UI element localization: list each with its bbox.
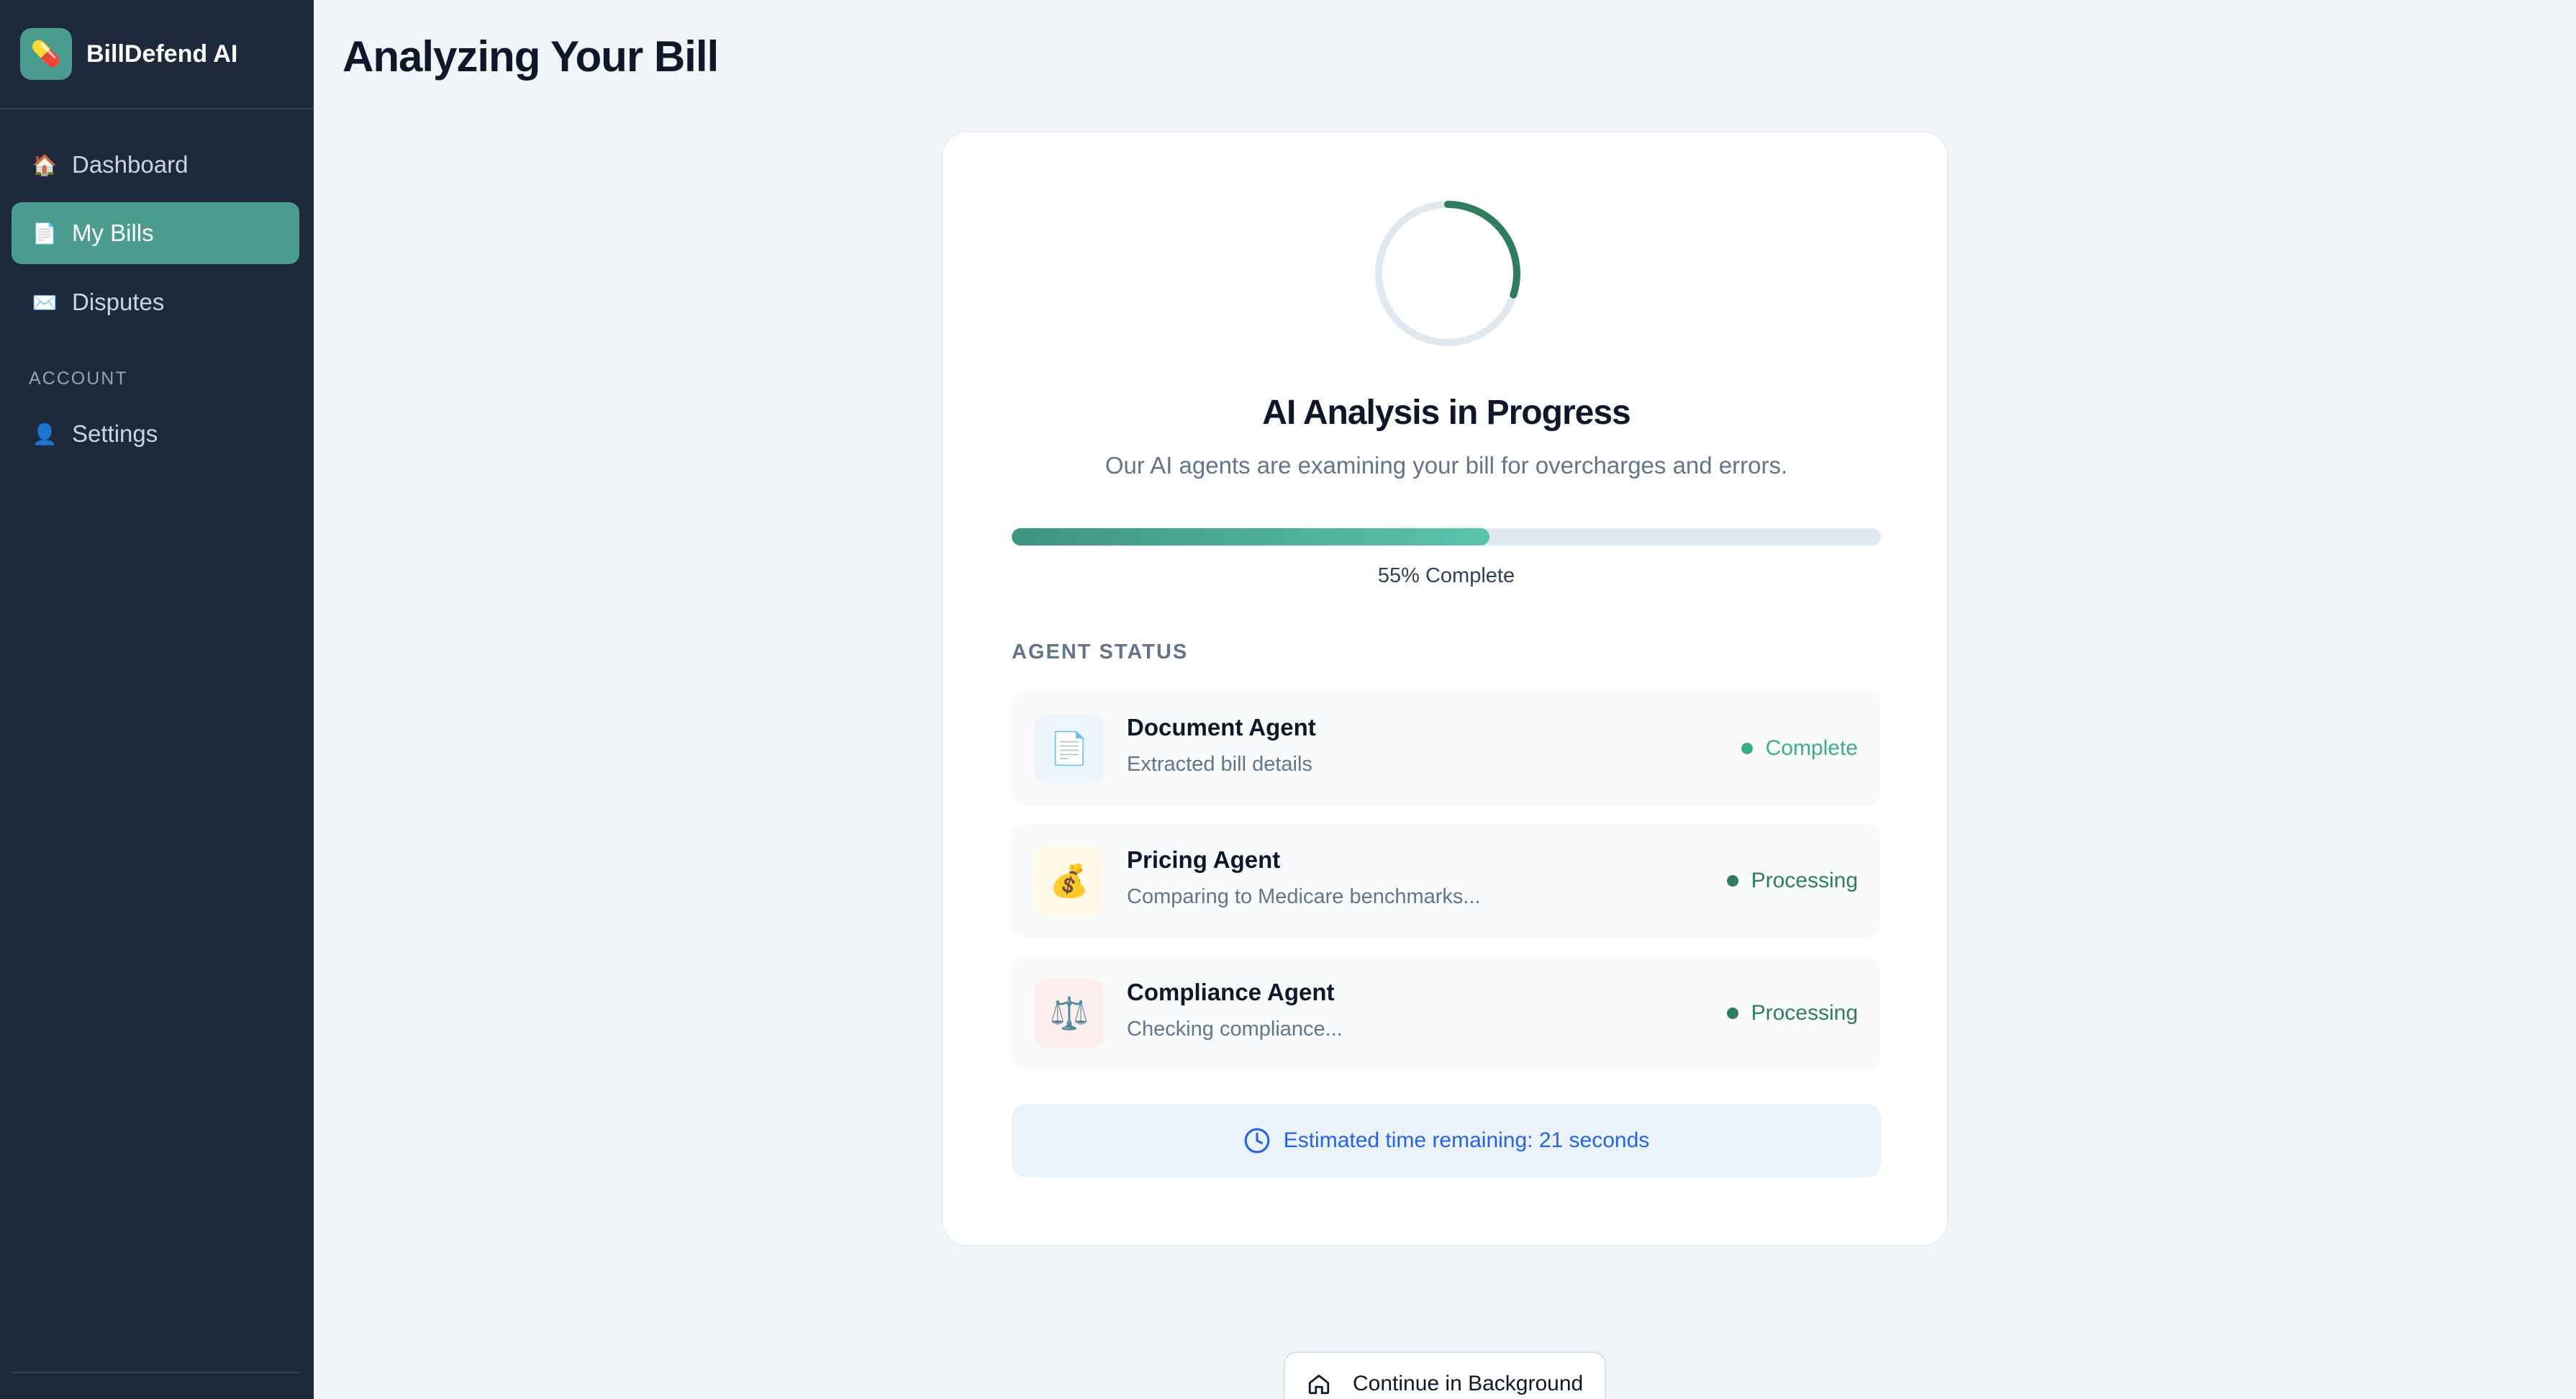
app-root: 💊 BillDefend AI 🏠 Dashboard 📄 My Bills ✉… [0, 0, 2576, 1399]
sidebar-item-dashboard[interactable]: 🏠 Dashboard [12, 134, 299, 196]
agent-name: Document Agent [1127, 714, 1316, 741]
clock-icon [1244, 1128, 1270, 1154]
status-dot-icon [1726, 875, 1738, 887]
home-icon [1308, 1375, 1330, 1395]
agent-description: Extracted bill details [1127, 753, 1312, 776]
page-title: Analyzing Your Bill [343, 32, 719, 81]
brand[interactable]: 💊 BillDefend AI [0, 0, 314, 109]
sidebar-item-settings[interactable]: 👤 Settings [12, 403, 299, 465]
user-icon: 👤 [32, 422, 58, 445]
document-icon: 📄 [1035, 714, 1104, 783]
loading-spinner-icon [1375, 201, 1520, 346]
progress-bar-fill [1012, 528, 1490, 545]
agent-row-compliance: ⚖️ Compliance Agent Checking compliance.… [1012, 956, 1881, 1071]
agent-status-heading: AGENT STATUS [1012, 640, 1189, 664]
progress-label: 55% Complete [1377, 564, 1515, 587]
sidebar-item-my-bills[interactable]: 📄 My Bills [12, 202, 299, 264]
agent-row-pricing: 💰 Pricing Agent Comparing to Medicare be… [1012, 823, 1881, 938]
sidebar-item-label: My Bills [72, 219, 154, 246]
app-name: BillDefend AI [86, 40, 238, 68]
status-dot-icon [1726, 1008, 1738, 1019]
scales-icon: ⚖️ [1035, 979, 1104, 1048]
agent-status-text: Complete [1765, 736, 1858, 760]
sidebar-section-label: ACCOUNT [29, 368, 128, 389]
document-icon: 📄 [32, 222, 58, 245]
sidebar-item-label: Disputes [72, 289, 165, 315]
envelope-icon: ✉️ [32, 291, 58, 314]
agent-name: Compliance Agent [1127, 979, 1335, 1005]
sidebar-item-disputes[interactable]: ✉️ Disputes [12, 271, 299, 333]
continue-button-label: Continue in Background [1353, 1372, 1584, 1395]
agent-description: Checking compliance... [1127, 1018, 1343, 1041]
analysis-card: AI Analysis in Progress Our AI agents ar… [941, 131, 1949, 1246]
sidebar-divider [12, 1372, 299, 1373]
progress-bar [1012, 528, 1881, 545]
agent-row-document: 📄 Document Agent Extracted bill details … [1012, 691, 1881, 806]
agent-description: Comparing to Medicare benchmarks... [1127, 885, 1481, 908]
sidebar-item-label: Dashboard [72, 151, 189, 178]
status-dot-icon [1741, 743, 1753, 754]
agent-status-text: Processing [1751, 1001, 1858, 1025]
sidebar-item-label: Settings [72, 420, 158, 447]
pill-logo-icon: 💊 [20, 28, 72, 80]
eta-text: Estimated time remaining: 21 seconds [1283, 1128, 1650, 1152]
agent-status-badge: Complete [1741, 691, 1858, 806]
agent-status-badge: Processing [1726, 956, 1858, 1071]
eta-banner: Estimated time remaining: 21 seconds [1012, 1104, 1881, 1177]
agent-status-badge: Processing [1726, 823, 1858, 938]
sidebar: 💊 BillDefend AI 🏠 Dashboard 📄 My Bills ✉… [0, 0, 314, 1399]
analysis-subtitle: Our AI agents are examining your bill fo… [1105, 452, 1788, 479]
agent-status-text: Processing [1751, 869, 1858, 892]
agent-name: Pricing Agent [1127, 846, 1281, 873]
home-icon: 🏠 [32, 153, 58, 176]
continue-in-background-button[interactable]: Continue in Background [1284, 1352, 1606, 1399]
analysis-title: AI Analysis in Progress [1262, 394, 1631, 432]
money-bag-icon: 💰 [1035, 846, 1104, 915]
